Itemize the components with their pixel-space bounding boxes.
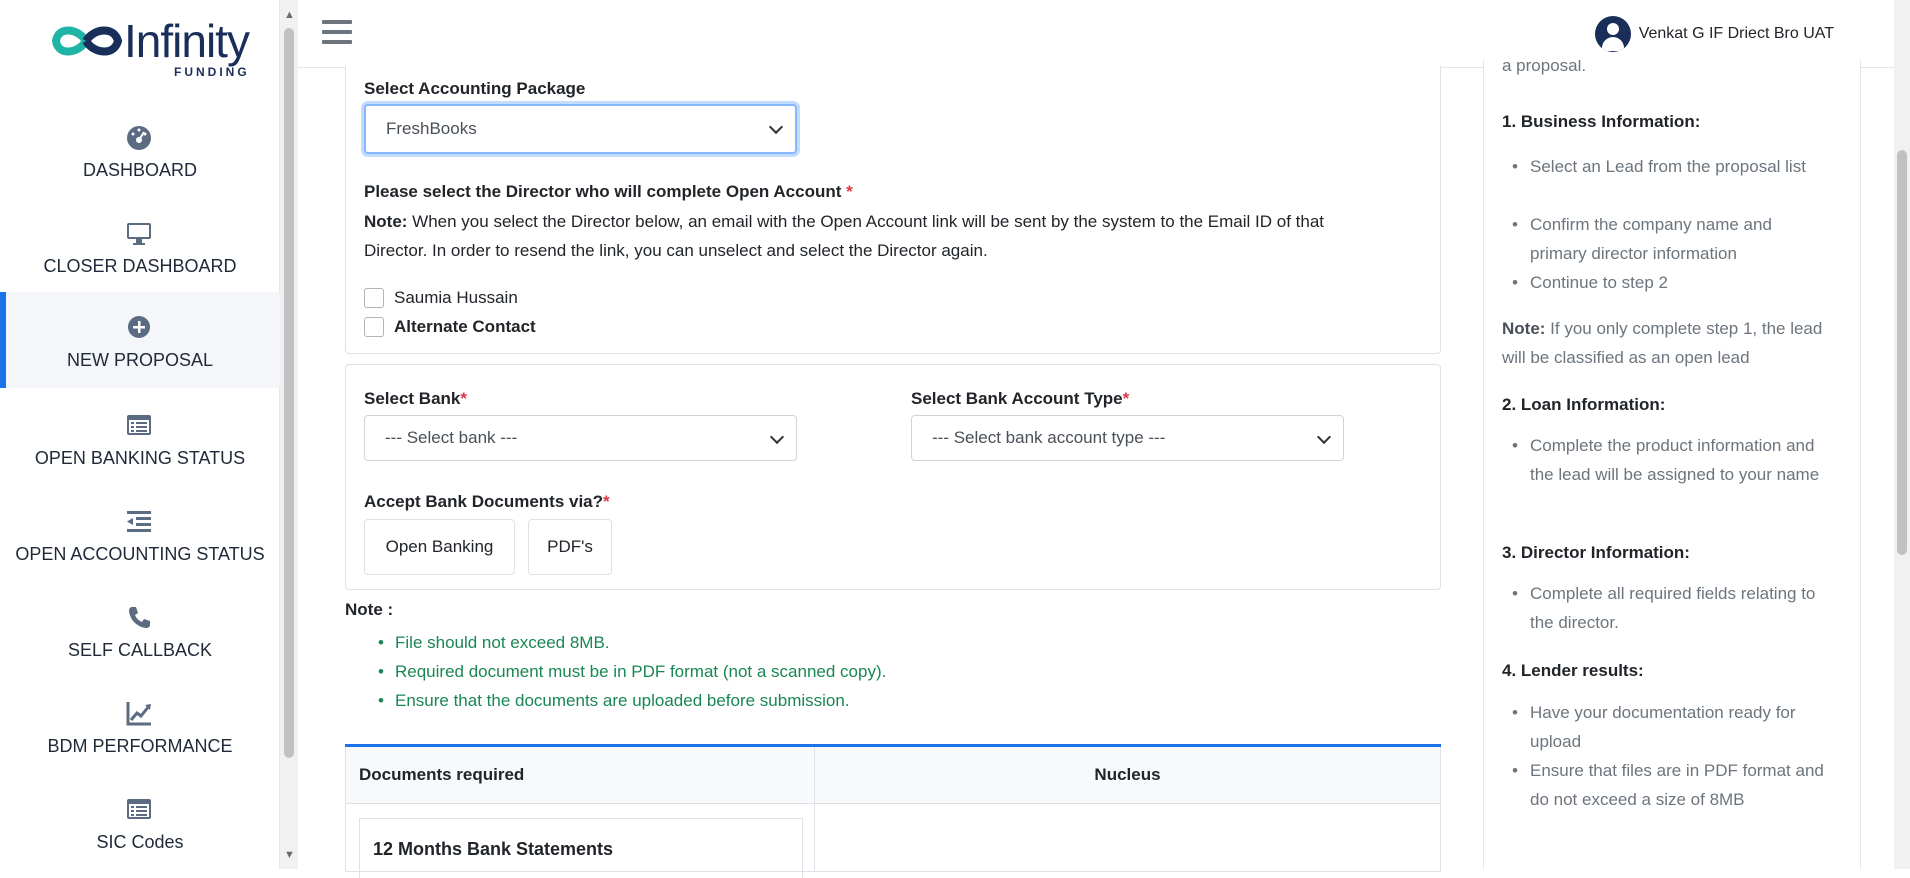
director-option-saumia[interactable]: Saumia Hussain <box>364 288 518 308</box>
checkbox[interactable] <box>364 317 384 337</box>
table-cell <box>814 804 1441 872</box>
list-card-icon <box>127 415 151 435</box>
sidebar-item-closer-dashboard[interactable]: CLOSER DASHBOARD <box>0 198 280 294</box>
nucleus-header: Nucleus <box>814 747 1441 804</box>
help-bullet: Continue to step 2 <box>1512 268 1830 297</box>
table-cell: 12 Months Bank Statements <box>345 804 815 878</box>
sidebar-item-self-callback[interactable]: SELF CALLBACK <box>0 582 280 678</box>
dashboard-gauge-icon <box>127 126 151 150</box>
bank-account-type-placeholder: --- Select bank account type --- <box>932 428 1166 447</box>
help-section-title: 4. Lender results: <box>1502 661 1644 680</box>
pdfs-button[interactable]: PDF's <box>528 519 612 575</box>
sidebar-item-label: BDM PERFORMANCE <box>47 736 233 756</box>
top-bar: Venkat G IF Driect Bro UAT <box>298 0 1894 68</box>
bank-statements-item: 12 Months Bank Statements <box>359 818 803 878</box>
accounting-package-label: Select Accounting Package <box>364 79 586 98</box>
scroll-up-arrow-icon[interactable]: ▲ <box>284 10 295 21</box>
help-panel: a proposal. 1. Business Information: Sel… <box>1483 60 1861 869</box>
phone-icon <box>129 607 150 628</box>
help-bullet: Complete the product information and the… <box>1512 431 1830 489</box>
user-name: Venkat G IF Driect Bro UAT <box>1638 25 1834 42</box>
accounting-package-select[interactable]: FreshBooks <box>364 104 797 154</box>
help-bullet: Have your documentation ready for upload <box>1512 698 1830 756</box>
open-banking-button[interactable]: Open Banking <box>364 519 515 575</box>
help-intro-fragment: a proposal. <box>1502 60 1587 75</box>
sidebar-item-label: SELF CALLBACK <box>67 640 213 660</box>
sidebar-scrollbar-thumb[interactable] <box>284 28 294 758</box>
sidebar: Infinity FUNDING DASHBOARD CLOSER DASHBO… <box>0 0 280 869</box>
accounting-package-value: FreshBooks <box>386 119 477 138</box>
notes-title: Note : <box>345 600 394 619</box>
infinity-logo-icon <box>51 26 123 56</box>
bank-account-type-label: Select Bank Account Type* <box>911 389 1130 408</box>
select-bank-account-type[interactable]: --- Select bank account type --- <box>911 415 1344 461</box>
upload-notes: Note : File should not exceed 8MB. Requi… <box>345 600 1441 715</box>
documents-required-header: Documents required <box>345 747 815 804</box>
brand-logo[interactable]: Infinity FUNDING <box>48 12 250 79</box>
scroll-down-arrow-icon[interactable]: ▼ <box>284 850 295 861</box>
accounting-director-card: Select Accounting Package FreshBooks Ple… <box>345 66 1441 354</box>
sidebar-item-open-banking-status[interactable]: OPEN BANKING STATUS <box>0 390 280 486</box>
list-card-icon <box>127 799 151 819</box>
select-bank[interactable]: --- Select bank --- <box>364 415 797 461</box>
help-section-title: 3. Director Information: <box>1502 543 1690 562</box>
indent-list-icon <box>127 511 151 532</box>
sidebar-item-label: DASHBOARD <box>82 160 198 180</box>
help-bullet: Confirm the company name and primary dir… <box>1512 210 1830 268</box>
sidebar-item-sic-codes[interactable]: SIC Codes <box>0 774 280 870</box>
director-option-alternate[interactable]: Alternate Contact <box>364 317 536 337</box>
sidebar-item-open-accounting-status[interactable]: OPEN ACCOUNTING STATUS <box>0 486 280 582</box>
notes-item: Ensure that the documents are uploaded b… <box>345 686 1441 715</box>
sidebar-item-dashboard[interactable]: DASHBOARD <box>0 102 280 198</box>
plus-circle-icon <box>128 316 150 338</box>
help-note: Note: If you only complete step 1, the l… <box>1502 319 1823 367</box>
help-bullet: Ensure that files are in PDF format and … <box>1512 756 1830 814</box>
chevron-down-icon <box>768 119 784 135</box>
sidebar-item-label: SIC Codes <box>96 832 184 852</box>
select-bank-label: Select Bank* <box>364 389 468 408</box>
director-note: Note: When you select the Director below… <box>364 212 1325 231</box>
select-bank-placeholder: --- Select bank --- <box>385 428 518 447</box>
director-note-line2: Director. In order to resend the link, y… <box>364 241 988 260</box>
brand-tagline: FUNDING <box>174 65 250 79</box>
notes-item: File should not exceed 8MB. <box>345 628 1441 657</box>
accept-bank-docs-label: Accept Bank Documents via?* <box>364 492 610 511</box>
chart-line-icon <box>126 702 151 726</box>
user-menu[interactable]: Venkat G IF Driect Bro UAT <box>1594 14 1834 54</box>
sidebar-item-label: CLOSER DASHBOARD <box>43 256 237 276</box>
sidebar-item-label: OPEN ACCOUNTING STATUS <box>15 544 265 564</box>
help-section-title: 2. Loan Information: <box>1502 395 1666 414</box>
sidebar-item-label: NEW PROPOSAL <box>66 350 214 370</box>
help-bullet: Complete all required fields relating to… <box>1512 579 1830 637</box>
hamburger-menu-icon[interactable] <box>322 20 352 46</box>
checkbox[interactable] <box>364 288 384 308</box>
brand-name: Infinity <box>124 15 250 67</box>
avatar <box>1594 16 1631 52</box>
sidebar-item-label: OPEN BANKING STATUS <box>34 448 246 468</box>
chevron-down-icon <box>1316 429 1332 445</box>
bank-card: Select Bank* --- Select bank --- Select … <box>345 364 1441 590</box>
chevron-down-icon <box>769 429 785 445</box>
help-bullet: Select an Lead from the proposal list <box>1512 152 1830 181</box>
sidebar-item-new-proposal[interactable]: NEW PROPOSAL <box>0 292 280 388</box>
documents-table: Documents required Nucleus 12 Months Ban… <box>345 744 1441 878</box>
director-question: Please select the Director who will comp… <box>364 182 853 201</box>
monitor-icon <box>127 223 151 245</box>
page-scrollbar-thumb[interactable] <box>1897 150 1907 555</box>
help-section-title: 1. Business Information: <box>1502 112 1701 131</box>
notes-list: File should not exceed 8MB. Required doc… <box>345 628 1441 715</box>
sidebar-item-bdm-performance[interactable]: BDM PERFORMANCE <box>0 678 280 774</box>
notes-item: Required document must be in PDF format … <box>345 657 1441 686</box>
